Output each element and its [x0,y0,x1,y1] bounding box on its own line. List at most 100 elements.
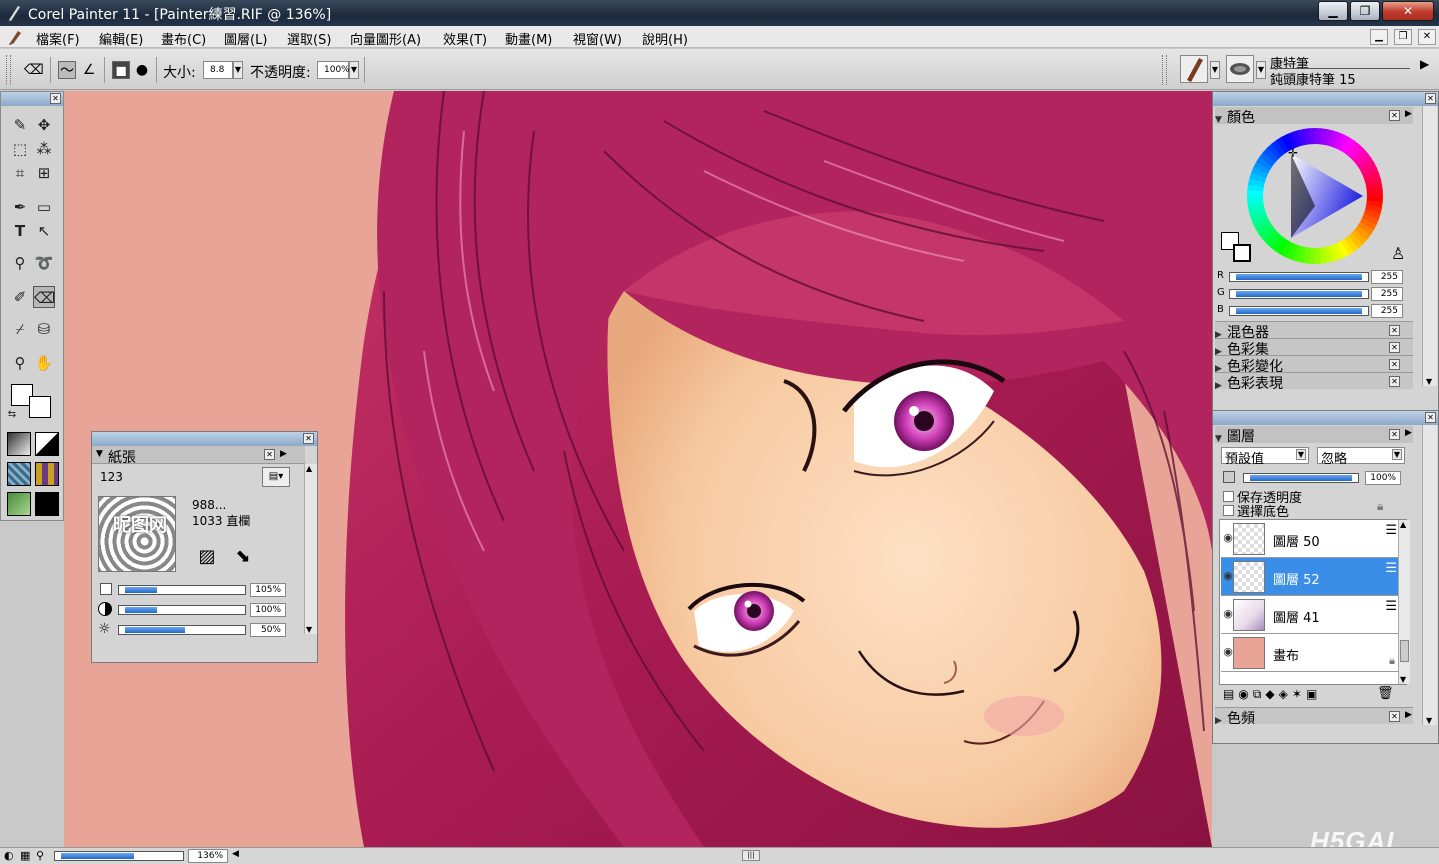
additional-color-chip[interactable] [1233,244,1251,262]
layer-opacity-value[interactable]: 100% [1365,471,1401,485]
delete-layer-icon[interactable]: 🗑︎ [1377,686,1394,701]
layers-panel-close-icon[interactable]: ✕ [1425,412,1436,423]
colors-panel-close-icon[interactable]: ✕ [1425,93,1436,104]
zoom-icon[interactable]: ⚲ [36,849,44,862]
menu-effects[interactable]: 效果(T) [443,29,487,48]
scroll-up-icon[interactable]: ▲ [1400,520,1406,529]
scroll-left-icon[interactable]: ◀ [232,849,239,859]
navigator-icon[interactable]: ◐ [4,849,14,862]
red-slider[interactable] [1229,272,1369,282]
composite-method-select[interactable]: 預設值 ▼ [1221,447,1309,467]
mixer-close-icon[interactable]: ✕ [1389,325,1400,336]
size-dropdown-arrow[interactable]: ▼ [233,61,243,79]
scroll-down-icon[interactable]: ▼ [306,625,312,634]
menu-select[interactable]: 選取(S) [287,29,331,48]
paper-scale-value[interactable]: 105% [250,583,286,597]
color-sets-section[interactable]: ▶ 色彩集 ✕ [1215,338,1413,358]
layers-menu-arrow-icon[interactable]: ▶ [1405,428,1412,438]
shape-selection-icon[interactable]: ↖ [33,220,55,242]
menu-shapes[interactable]: 向量圖形(A) [350,29,421,48]
scroll-up-icon[interactable]: ▲ [306,464,312,473]
paper-scale-slider[interactable] [118,585,246,595]
scroll-down-icon[interactable]: ▼ [1400,675,1406,684]
layer-list-scrollbar[interactable]: ▲ ▼ [1398,520,1410,684]
weaving-selector-icon[interactable] [35,462,59,486]
invert-paper-icon[interactable]: ▨ [196,546,218,568]
layer-opacity-slider[interactable] [1243,473,1359,483]
pattern-selector-icon[interactable] [7,462,31,486]
toolbox-header[interactable]: ✕ [1,92,63,106]
paper-contrast-value[interactable]: 100% [250,603,286,617]
layer-visibility-eye-icon[interactable]: ◉ [1220,519,1236,557]
collapse-triangle-icon[interactable]: ▼ [96,449,103,459]
dodge-tool-icon[interactable]: ⚲ [9,252,31,274]
minimize-button[interactable]: ▁ [1318,1,1348,21]
new-layer-group-icon[interactable]: ⧉ [1253,687,1266,701]
layer-visibility-eye-icon[interactable]: ◉ [1220,633,1236,671]
menu-layers[interactable]: 圖層(L) [224,29,267,48]
layer-row-52[interactable]: 圖層 52 ☰ [1221,558,1403,596]
move-tool-icon[interactable]: ✥ [33,114,55,136]
new-layer-icon[interactable]: ◆ [1265,687,1278,701]
layer-commands-icon[interactable]: ▤ [1223,687,1238,701]
clone-color-stamp-icon[interactable]: ♙ [1391,244,1405,263]
colors-panel-header[interactable]: ✕ [1213,92,1438,106]
papers-close-icon[interactable]: ✕ [303,433,314,444]
brush-variant-dropdown[interactable]: ▼ [1256,61,1266,79]
horizontal-scroll-thumb[interactable]: ||| [742,850,760,861]
soft-dab-icon[interactable]: ◼ [112,61,130,79]
menu-help[interactable]: 說明(H) [642,29,688,48]
paper-brightness-value[interactable]: 50% [250,623,286,637]
papers-section-close-icon[interactable]: ✕ [264,449,275,460]
scroll-thumb[interactable] [1400,640,1409,662]
layers-panel-scrollbar[interactable]: ▼ [1422,425,1437,725]
eraser-tool-icon[interactable]: ⌫ [24,61,44,79]
red-value[interactable]: 255 [1371,270,1403,284]
magnifier-tool-icon[interactable]: ⚲ [9,352,31,374]
nozzle-selector-icon[interactable] [35,492,59,516]
swap-colors-icon[interactable]: ⇆ [5,408,19,422]
zoom-slider[interactable] [54,851,184,861]
color-wheel[interactable]: ✛ [1245,126,1385,266]
papers-title-row[interactable]: ▼ 紙張 ✕ ▶ [92,446,305,466]
colors-menu-arrow-icon[interactable]: ▶ [1405,109,1412,119]
doc-close-button[interactable]: ✕ [1418,29,1436,45]
rectangle-shape-icon[interactable]: ▭ [33,196,55,218]
color-sets-close-icon[interactable]: ✕ [1389,342,1400,353]
menu-canvas[interactable]: 畫布(C) [161,29,206,48]
freehand-stroke-icon[interactable]: 〜 [58,61,76,79]
green-value[interactable]: 255 [1371,287,1403,301]
layers-section-close-icon[interactable]: ✕ [1389,429,1400,440]
layer-row-canvas[interactable]: 畫布 🔒︎ [1221,634,1403,672]
color-expression-close-icon[interactable]: ✕ [1389,376,1400,387]
channels-close-icon[interactable]: ✕ [1389,711,1400,722]
layer-visibility-eye-icon[interactable]: ◉ [1220,595,1236,633]
straight-line-stroke-icon[interactable]: ∠ [80,61,98,79]
menu-movie[interactable]: 動畫(M) [505,29,552,48]
rectangle-select-icon[interactable]: ⬚ [9,138,31,160]
composite-depth-select[interactable]: 忽略 ▼ [1317,447,1405,467]
round-dab-icon[interactable]: ● [133,61,151,79]
paper-brightness-slider[interactable] [118,625,246,635]
size-input[interactable]: 8.8 [203,61,233,79]
color-variability-close-icon[interactable]: ✕ [1389,359,1400,370]
brush-category-icon[interactable] [1180,55,1208,83]
papers-palette-header[interactable]: ✕ [92,432,317,446]
cloner-tool-icon[interactable]: ✐ [9,286,31,308]
magic-wand-icon[interactable]: ⁂ [33,138,55,160]
paper-selector-icon[interactable] [7,432,31,456]
lasso-tool-icon[interactable]: ➰ [33,252,55,274]
eraser-tool-icon[interactable]: ⌫ [33,286,55,308]
brush-tool-icon[interactable]: ✎ [9,114,31,136]
scroll-down-icon[interactable]: ▼ [1426,716,1432,725]
pen-tool-icon[interactable]: ✒ [9,196,31,218]
grabber-hand-icon[interactable]: ✋ [33,352,55,374]
crop-tool-icon[interactable]: ⌗ [9,162,31,184]
collapse-triangle-icon[interactable]: ▼ [1215,434,1227,444]
paper-library-dropdown[interactable]: ▤▾ [262,467,290,487]
menu-file[interactable]: 檔案(F) [36,29,80,48]
lock-icon[interactable]: 🔒︎ [1377,499,1383,514]
doc-minimize-button[interactable]: ▁ [1370,29,1388,45]
new-ink-layer-icon[interactable]: ✶ [1292,687,1306,701]
brush-selector-grip[interactable] [1162,55,1167,85]
